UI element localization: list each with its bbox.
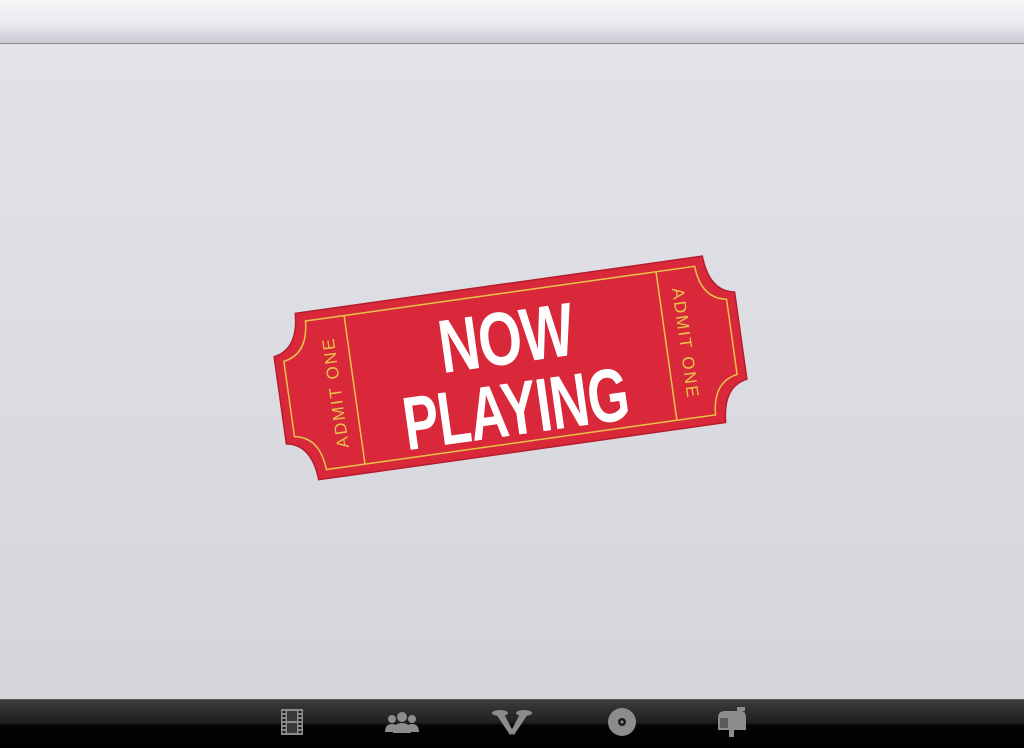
searchlights-icon	[492, 710, 532, 735]
bottom-tab-bar	[0, 699, 1024, 748]
mailbox-icon	[718, 707, 746, 737]
main-content: ADMIT ONE ADMIT ONE NOW PLAYING	[0, 44, 1024, 699]
tab-premieres[interactable]	[482, 702, 542, 742]
tab-mailbox[interactable]	[702, 702, 762, 742]
tab-people[interactable]	[372, 702, 432, 742]
tab-movies[interactable]	[262, 702, 322, 742]
disc-icon	[608, 708, 636, 736]
tab-dvd[interactable]	[592, 702, 652, 742]
now-playing-ticket[interactable]: ADMIT ONE ADMIT ONE NOW PLAYING	[263, 222, 758, 514]
ticket-graphic: ADMIT ONE ADMIT ONE NOW PLAYING	[273, 255, 748, 481]
top-navigation-bar	[0, 0, 1024, 44]
people-icon	[385, 712, 419, 733]
film-strip-icon	[281, 709, 303, 735]
